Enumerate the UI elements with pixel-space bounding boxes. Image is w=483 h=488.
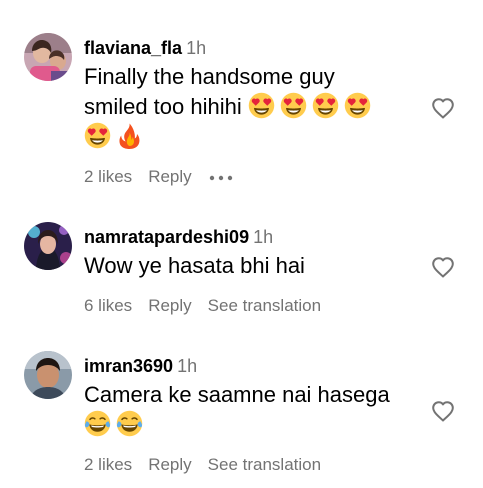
comment-header: imran3690 1h (84, 353, 420, 379)
tears-of-joy-emoji-icon (84, 410, 111, 437)
reply-button[interactable]: Reply (148, 453, 191, 477)
comment-header: namratapardeshi09 1h (84, 224, 420, 250)
comment-actions: 2 likes Reply See translation (84, 453, 337, 477)
timestamp: 1h (177, 356, 198, 376)
comment-text-line (84, 122, 420, 152)
username[interactable]: flaviana_fla (84, 38, 182, 58)
comment-text-fragment: smiled too hihihi (84, 94, 242, 119)
see-translation-button[interactable]: See translation (208, 453, 321, 477)
reply-button[interactable]: Reply (148, 294, 191, 318)
comment-header: flaviana_fla 1h (84, 35, 420, 61)
comment-text-line: Camera ke saamne nai hasega (84, 382, 390, 407)
avatar[interactable] (24, 222, 72, 270)
comment-text: Camera ke saamne nai hasega (84, 380, 420, 440)
comment-text: Wow ye hasata bhi hai (84, 251, 420, 281)
comments-panel: flaviana_fla 1h Finally the handsome guy … (0, 0, 483, 488)
comment-actions: 2 likes Reply (84, 165, 250, 189)
heart-eyes-emoji-icon (84, 122, 111, 149)
heart-eyes-emoji-icon (248, 92, 275, 119)
heart-outline-icon[interactable] (431, 400, 455, 422)
avatar[interactable] (24, 351, 72, 399)
heart-eyes-emoji-icon (344, 92, 371, 119)
tears-of-joy-emoji-icon (116, 410, 143, 437)
see-translation-button[interactable]: See translation (208, 294, 321, 318)
heart-eyes-emoji-icon (280, 92, 307, 119)
comment-text-line: Finally the handsome guy (84, 64, 335, 89)
timestamp: 1h (253, 227, 274, 247)
likes-count[interactable]: 2 likes (84, 165, 132, 189)
timestamp: 1h (186, 38, 207, 58)
comment-text-line (84, 410, 420, 440)
ellipsis-icon[interactable] (208, 166, 234, 190)
heart-outline-icon[interactable] (431, 256, 455, 278)
fire-emoji-icon (116, 122, 143, 149)
comment-text-line: Wow ye hasata bhi hai (84, 253, 305, 278)
comment-actions: 6 likes Reply See translation (84, 294, 337, 318)
reply-button[interactable]: Reply (148, 165, 191, 189)
comment-text: Finally the handsome guy smiled too hihi… (84, 62, 420, 152)
username[interactable]: namratapardeshi09 (84, 227, 249, 247)
heart-eyes-emoji-icon (312, 92, 339, 119)
comment-text-line: smiled too hihihi (84, 92, 420, 122)
avatar[interactable] (24, 33, 72, 81)
username[interactable]: imran3690 (84, 356, 173, 376)
likes-count[interactable]: 6 likes (84, 294, 132, 318)
heart-outline-icon[interactable] (431, 97, 455, 119)
likes-count[interactable]: 2 likes (84, 453, 132, 477)
